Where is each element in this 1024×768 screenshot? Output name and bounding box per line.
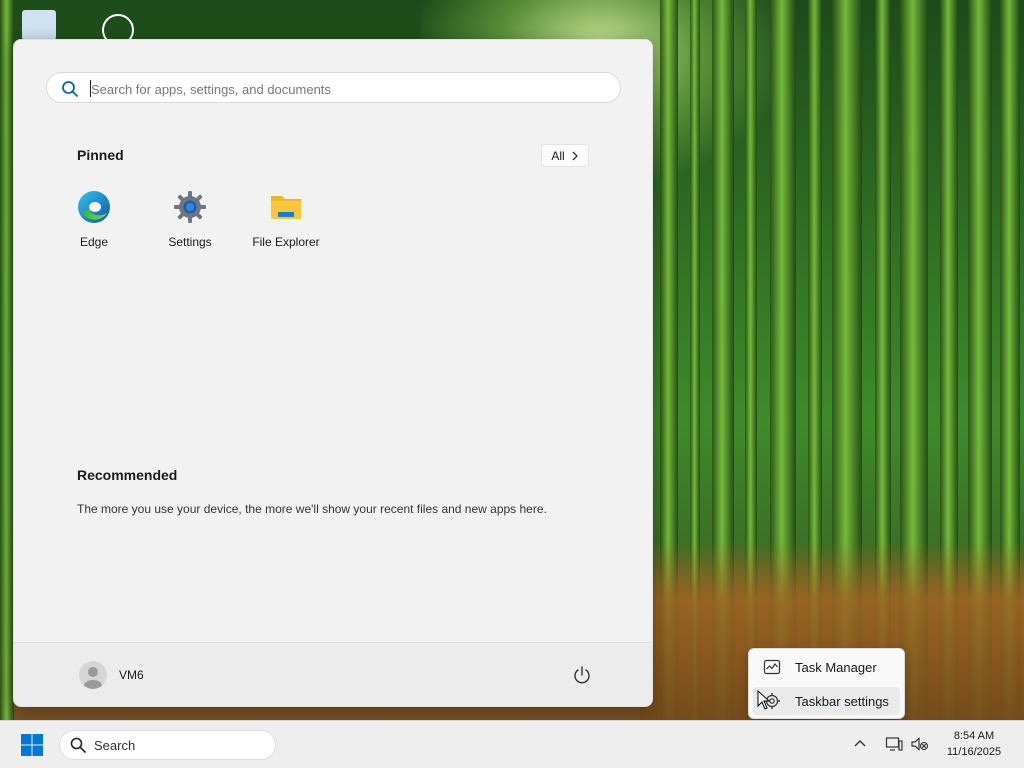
pinned-app-settings[interactable]: Settings bbox=[145, 190, 235, 250]
pinned-app-file-explorer[interactable]: File Explorer bbox=[241, 190, 331, 250]
avatar bbox=[79, 661, 107, 689]
chevron-up-icon[interactable] bbox=[853, 737, 867, 751]
pinned-app-edge[interactable]: Edge bbox=[49, 190, 139, 250]
user-account-button[interactable]: VM6 bbox=[79, 661, 144, 689]
pinned-app-label: Edge bbox=[79, 235, 109, 249]
menu-item-label: Taskbar settings bbox=[795, 693, 889, 709]
person-icon bbox=[84, 667, 102, 689]
edge-icon bbox=[78, 191, 110, 223]
menu-item-label: Task Manager bbox=[795, 659, 877, 675]
pinned-app-label: Settings bbox=[168, 235, 212, 249]
folder-icon bbox=[271, 196, 301, 219]
recommended-heading: Recommended bbox=[77, 467, 178, 483]
volume-muted-icon[interactable] bbox=[911, 736, 929, 752]
task-manager-icon bbox=[763, 659, 781, 675]
all-apps-label: All bbox=[551, 148, 565, 163]
windows-start-icon[interactable] bbox=[20, 733, 44, 757]
clock-date: 11/16/2025 bbox=[946, 746, 1002, 758]
pinned-heading: Pinned bbox=[77, 147, 124, 163]
start-search-box[interactable] bbox=[46, 72, 621, 103]
taskbar: Search 8:54 AM 11/16/2025 bbox=[0, 720, 1024, 768]
search-icon bbox=[70, 737, 86, 753]
menu-item-task-manager[interactable]: Task Manager bbox=[753, 653, 900, 681]
bamboo-stalk bbox=[0, 0, 14, 720]
recommended-empty-text: The more you use your device, the more w… bbox=[77, 502, 547, 516]
pinned-app-label: File Explorer bbox=[252, 235, 320, 249]
power-icon[interactable] bbox=[572, 665, 592, 685]
taskbar-context-menu: Task Manager Taskbar settings bbox=[748, 648, 905, 719]
taskbar-search-label: Search bbox=[94, 737, 136, 753]
clock-time: 8:54 AM bbox=[953, 730, 995, 742]
start-search-input[interactable] bbox=[89, 78, 593, 100]
start-menu-footer: VM6 bbox=[14, 642, 652, 706]
chevron-right-icon bbox=[572, 151, 578, 160]
gear-icon bbox=[174, 191, 206, 223]
taskbar-search-box[interactable]: Search bbox=[59, 730, 276, 760]
search-icon bbox=[62, 81, 78, 97]
start-menu: Pinned All Edge bbox=[13, 39, 653, 707]
network-icon[interactable] bbox=[885, 736, 903, 752]
all-apps-button[interactable]: All bbox=[541, 144, 589, 167]
system-clock[interactable]: 8:54 AM 11/16/2025 bbox=[938, 728, 1010, 760]
recycle-bin-icon[interactable] bbox=[22, 10, 56, 40]
user-name: VM6 bbox=[119, 668, 144, 682]
menu-item-taskbar-settings[interactable]: Taskbar settings bbox=[753, 687, 900, 715]
mouse-pointer-icon bbox=[757, 690, 771, 710]
